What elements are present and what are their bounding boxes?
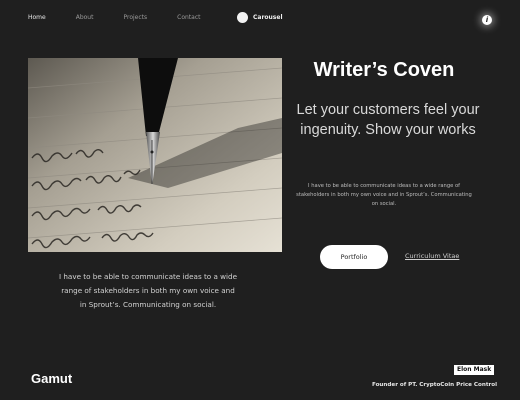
author-name-badge: Elon Mask (454, 365, 495, 375)
info-button[interactable]: i (482, 15, 492, 25)
curriculum-vitae-link[interactable]: Curriculum Vitae (405, 252, 459, 260)
fountain-pen-writing-illustration (28, 58, 282, 252)
portfolio-button[interactable]: Portfolio (320, 245, 388, 269)
author-role: Founder of PT. CryptoCoin Price Control (372, 382, 498, 388)
hero-title: Writer’s Coven (313, 59, 455, 81)
brand-logo[interactable]: Carousel (237, 12, 283, 23)
nav-contact[interactable]: Contact (177, 14, 200, 22)
footer-brand: Gamut (31, 371, 73, 386)
hero-description: I have to be able to communicate ideas t… (296, 183, 472, 207)
nav-home[interactable]: Home (28, 14, 46, 22)
main-nav: Home About Projects Contact (28, 14, 230, 22)
nav-projects[interactable]: Projects (123, 14, 147, 22)
brand-label: Carousel (253, 14, 283, 21)
image-caption: I have to be able to communicate ideas t… (58, 272, 238, 309)
hero-image (28, 58, 282, 252)
nav-about[interactable]: About (76, 14, 94, 22)
info-icon: i (485, 15, 489, 24)
hero-subtitle: Let your customers feel your ingenuity. … (296, 102, 480, 138)
brand-dot-icon (237, 12, 248, 23)
